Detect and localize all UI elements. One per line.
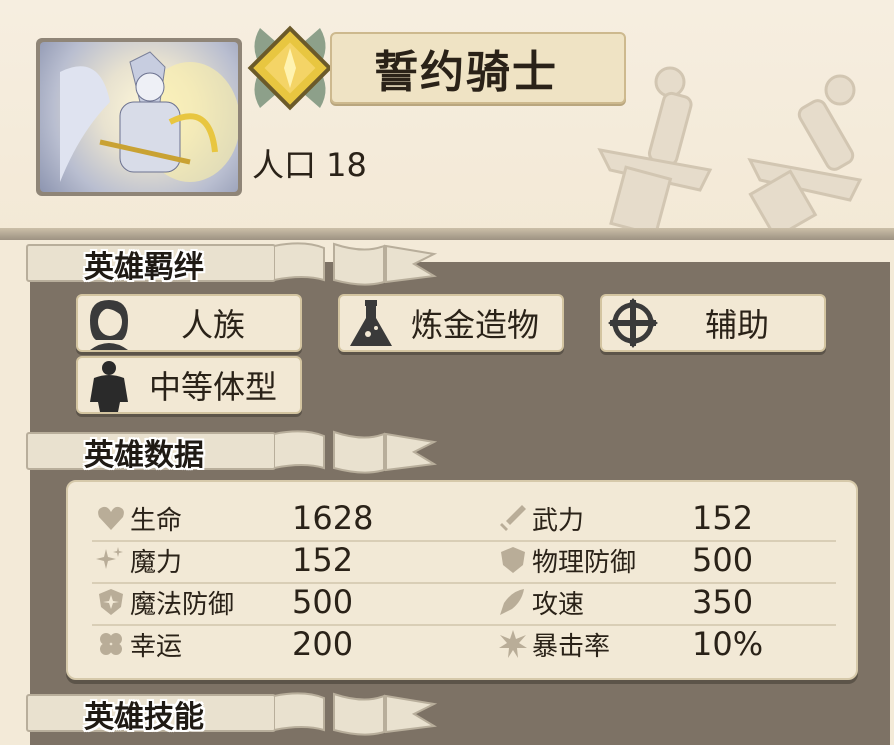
stats-title: 英雄数据	[84, 438, 204, 473]
stat-value: 1628	[292, 499, 374, 537]
stat-name: 生命	[130, 505, 183, 536]
sword-icon	[500, 505, 526, 531]
stat-name: 物理防御	[532, 547, 637, 578]
stat-name: 武力	[532, 505, 585, 536]
stat-name: 魔力	[130, 547, 183, 578]
sparkle-icon	[96, 547, 123, 569]
bond-tag-support[interactable]: 辅助	[600, 294, 826, 352]
heart-icon	[98, 506, 124, 530]
stat-name: 暴击率	[532, 631, 611, 662]
stat-row-luck: 幸运	[96, 624, 182, 664]
stat-value: 350	[692, 583, 754, 621]
knight-portrait-icon	[60, 51, 238, 182]
wing-icon	[500, 589, 524, 615]
stats-box: 生命 1628 魔力 152 魔法防御 500 幸运 200 武力 152 物理…	[66, 480, 858, 680]
hero-name-plate: 誓约骑士	[330, 32, 626, 104]
bond-tag-alchemy[interactable]: 炼金造物	[338, 294, 564, 352]
bond-tag-medium-body[interactable]: 中等体型	[76, 356, 302, 414]
rank-emblem-icon	[247, 25, 333, 111]
shield-icon	[501, 547, 525, 573]
stat-value: 500	[692, 541, 754, 579]
stat-value: 152	[292, 541, 354, 579]
bonds-title: 英雄羁绊	[84, 250, 204, 285]
flask-icon	[350, 300, 392, 346]
hero-header: 誓约骑士 人口 18	[0, 0, 894, 236]
bond-tag-label: 辅助	[704, 306, 769, 344]
support-cross-icon	[608, 298, 658, 348]
stats-banner: 英雄数据	[26, 428, 438, 474]
hero-portrait	[40, 42, 238, 192]
stat-row-mana: 魔力	[96, 540, 182, 580]
bond-tag-label: 人族	[180, 306, 245, 344]
stat-value: 200	[292, 625, 354, 663]
stat-value: 500	[292, 583, 354, 621]
stat-row-physical-defense: 物理防御	[498, 540, 636, 580]
bond-tag-human[interactable]: 人族	[76, 294, 302, 352]
hero-portrait-frame	[36, 38, 242, 196]
stat-value: 10%	[692, 625, 764, 663]
medium-body-icon	[90, 361, 128, 412]
stat-name: 幸运	[130, 631, 183, 662]
skills-title: 英雄技能	[84, 700, 204, 735]
burst-icon	[499, 630, 527, 658]
stat-value: 152	[692, 499, 754, 537]
magic-shield-icon	[99, 589, 123, 615]
stat-row-magic-defense: 魔法防御	[96, 582, 234, 622]
bonds-banner: 英雄羁绊	[26, 240, 438, 286]
stat-row-attack-speed: 攻速	[498, 582, 584, 622]
stat-row-attack: 武力	[498, 498, 584, 538]
human-face-icon	[90, 300, 128, 350]
skills-banner: 英雄技能	[26, 690, 438, 736]
bond-tag-label: 中等体型	[148, 368, 277, 406]
stat-row-hp: 生命	[96, 498, 182, 538]
bond-tag-label: 炼金造物	[410, 306, 539, 344]
stat-name: 魔法防御	[130, 589, 235, 620]
header-divider	[0, 228, 894, 240]
hero-population: 人口 18	[252, 146, 367, 184]
stat-row-crit-rate: 暴击率	[498, 624, 610, 664]
clover-icon	[100, 633, 122, 655]
hero-name: 誓约骑士	[374, 47, 558, 98]
stat-name: 攻速	[532, 589, 585, 620]
